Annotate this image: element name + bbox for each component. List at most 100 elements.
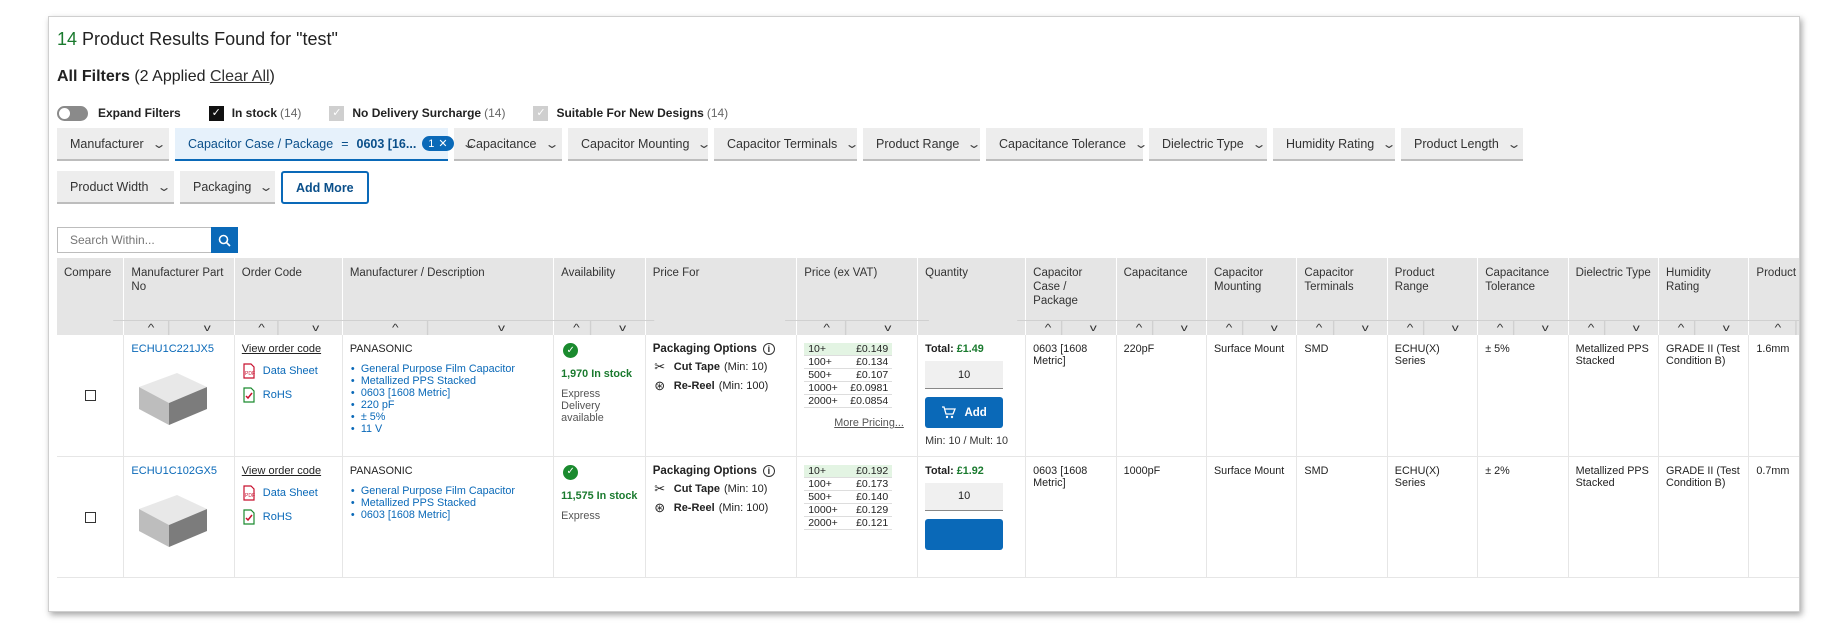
add-more-button[interactable]: Add More <box>281 171 369 204</box>
view-order-code-link[interactable]: View order code <box>242 465 336 477</box>
clear-all-link[interactable]: Clear All <box>210 68 270 85</box>
capacitance-cell: 1000pF <box>1116 456 1207 578</box>
applied-count-badge[interactable]: 1 ✕ <box>422 136 454 151</box>
part-number-link[interactable]: ECHU1C102GX5 <box>131 465 227 477</box>
add-to-cart-button[interactable] <box>925 518 1004 550</box>
search-input[interactable] <box>57 227 211 253</box>
packaging-options-label: Packaging Options <box>652 464 757 477</box>
new-designs-text: Suitable For New Designs <box>556 106 704 120</box>
packaging-options-title: Packaging Options i <box>652 464 790 477</box>
info-icon[interactable]: i <box>762 343 775 355</box>
filters-title: All Filters <box>57 68 130 85</box>
dielectric-cell: Metallized PPS Stacked <box>1568 456 1660 578</box>
col-product-range: Product Range <box>1387 258 1479 320</box>
filter-case-package[interactable]: Capacitor Case / Package = 0603 [16... 1… <box>175 128 476 161</box>
rohs-link[interactable]: RoHS <box>242 508 336 525</box>
cut-tape-option[interactable]: ✂ Cut Tape (Min: 10) <box>653 360 790 373</box>
filter-terminals[interactable]: Capacitor Terminals ⌄ <box>714 128 860 161</box>
in-stock-checkbox[interactable]: ✓ <box>208 105 224 121</box>
price-break-row: 500+ £0.140 <box>804 490 893 504</box>
total-price: Total: £1.49 <box>925 343 1019 355</box>
total-value: £1.49 <box>956 343 984 355</box>
quantity-input[interactable]: 10 <box>925 361 1004 389</box>
sort-desc-icon[interactable]: v <box>589 320 654 335</box>
filter-packaging[interactable]: Packaging ⌄ <box>180 171 275 204</box>
col-humidity: Humidity Rating <box>1658 258 1750 320</box>
chevron-down-icon: ⌄ <box>1251 136 1267 151</box>
rohs-icon <box>243 387 255 403</box>
humidity-cell: GRADE II (Test Condition B) <box>1658 335 1750 457</box>
close-icon[interactable]: ✕ <box>438 137 447 150</box>
filter-tolerance-label: Capacitance Tolerance <box>999 136 1126 151</box>
info-icon[interactable]: i <box>762 464 775 477</box>
re-reel-option[interactable]: ⊛ Re-Reel (Min: 100) <box>653 501 790 514</box>
chevron-down-icon: ⌄ <box>543 136 560 151</box>
description-item[interactable]: ± 5% <box>351 411 547 423</box>
description-item[interactable]: 220 pF <box>351 399 547 411</box>
mfr-desc-cell: PANASONIC General Purpose Film Capacitor… <box>342 456 555 578</box>
filter-toggles: Expand Filters ✓ In stock (14) ✓ No Deliv… <box>57 103 756 123</box>
sort-controls-humidity: ^ v <box>1650 320 1758 335</box>
more-pricing-link[interactable]: More Pricing... <box>834 417 911 429</box>
price-break-value: £0.173 <box>846 477 893 491</box>
price-break-value: £0.129 <box>846 503 893 517</box>
new-designs-checkbox[interactable]: ✓ <box>533 105 549 121</box>
price-break-value: £0.140 <box>846 490 893 504</box>
sort-desc-icon[interactable]: v <box>1795 320 1799 335</box>
description-item[interactable]: Metallized PPS Stacked <box>351 375 547 387</box>
case-package-cell: 0603 [1608 Metric] <box>1025 456 1117 578</box>
filter-manufacturer[interactable]: Manufacturer ⌄ <box>57 128 169 161</box>
filters-close-paren: ) <box>269 68 275 85</box>
chevron-down-icon: ⌄ <box>1381 136 1397 151</box>
description-item[interactable]: General Purpose Film Capacitor <box>351 363 547 375</box>
price-cell: 10+ £0.149 100+ £0.134 500+ £0.107 1000+ £0.… <box>796 335 919 457</box>
description-item[interactable]: 0603 [1608 Metric] <box>351 509 547 521</box>
search-button[interactable] <box>211 227 238 253</box>
sort-controls-capacitance: ^ v <box>1107 320 1216 335</box>
view-order-code-link[interactable]: View order code <box>242 343 336 355</box>
compare-checkbox[interactable] <box>85 390 97 401</box>
price-break-qty: 500+ <box>804 490 847 504</box>
re-reel-option[interactable]: ⊛ Re-Reel (Min: 100) <box>653 379 790 392</box>
col-price-for: Price For <box>645 258 798 320</box>
no-surcharge-checkbox[interactable]: ✓ <box>329 105 345 121</box>
quantity-input[interactable]: 10 <box>925 482 1004 511</box>
datasheet-link[interactable]: PDF Data Sheet <box>242 484 336 501</box>
express-delivery: Express <box>561 509 601 522</box>
chevron-down-icon: ⌄ <box>1133 136 1149 151</box>
sort-asc-icon[interactable]: ^ <box>1737 320 1799 335</box>
rohs-link[interactable]: RoHS <box>242 387 336 403</box>
filter-product-range[interactable]: Product Range ⌄ <box>863 128 982 161</box>
description-item[interactable]: 11 V <box>351 423 547 435</box>
product-image[interactable] <box>133 365 211 427</box>
description-item[interactable]: 0603 [1608 Metric] <box>351 387 547 399</box>
filter-mounting[interactable]: Capacitor Mounting ⌄ <box>568 128 712 161</box>
datasheet-link[interactable]: PDF Data Sheet <box>242 363 336 379</box>
add-to-cart-button[interactable]: Add <box>925 397 1004 428</box>
no-surcharge-label: No Delivery Surcharge (14) <box>352 106 505 120</box>
length-cell: 0.7mm <box>1748 456 1799 578</box>
filter-width[interactable]: Product Width ⌄ <box>57 171 174 204</box>
cut-tape-option[interactable]: ✂ Cut Tape (Min: 10) <box>653 482 790 495</box>
filter-tolerance[interactable]: Capacitance Tolerance ⌄ <box>986 128 1149 161</box>
filter-dielectric[interactable]: Dielectric Type ⌄ <box>1149 128 1267 161</box>
price-break-value: £0.134 <box>843 355 893 369</box>
re-reel-min: (Min: 100) <box>718 501 769 514</box>
product-image[interactable] <box>133 487 211 549</box>
filter-humidity[interactable]: Humidity Rating ⌄ <box>1273 128 1397 161</box>
description-item[interactable]: General Purpose Film Capacitor <box>351 485 547 497</box>
price-for-cell: Packaging Options i ✂ Cut Tape (Min: 10) ⊛ R… <box>645 335 798 457</box>
compare-checkbox[interactable] <box>85 511 97 523</box>
col-order-code: Order Code <box>234 258 343 320</box>
description-item[interactable]: Metallized PPS Stacked <box>351 497 547 509</box>
product-range-cell: ECHU(X) Series <box>1387 456 1479 578</box>
stock-count: 11,575 In stock <box>561 489 638 502</box>
price-break-row: 1000+ £0.0981 <box>804 381 893 395</box>
check-circle-icon: ✓ <box>563 464 579 480</box>
sort-desc-icon[interactable]: v <box>844 320 930 335</box>
filter-length[interactable]: Product Length ⌄ <box>1401 128 1523 161</box>
expand-filters-toggle[interactable] <box>57 105 88 121</box>
filter-manufacturer-label: Manufacturer <box>70 136 144 151</box>
part-number-link[interactable]: ECHU1C221JX5 <box>131 343 227 355</box>
results-text: Product Results Found for "test" <box>77 29 338 49</box>
